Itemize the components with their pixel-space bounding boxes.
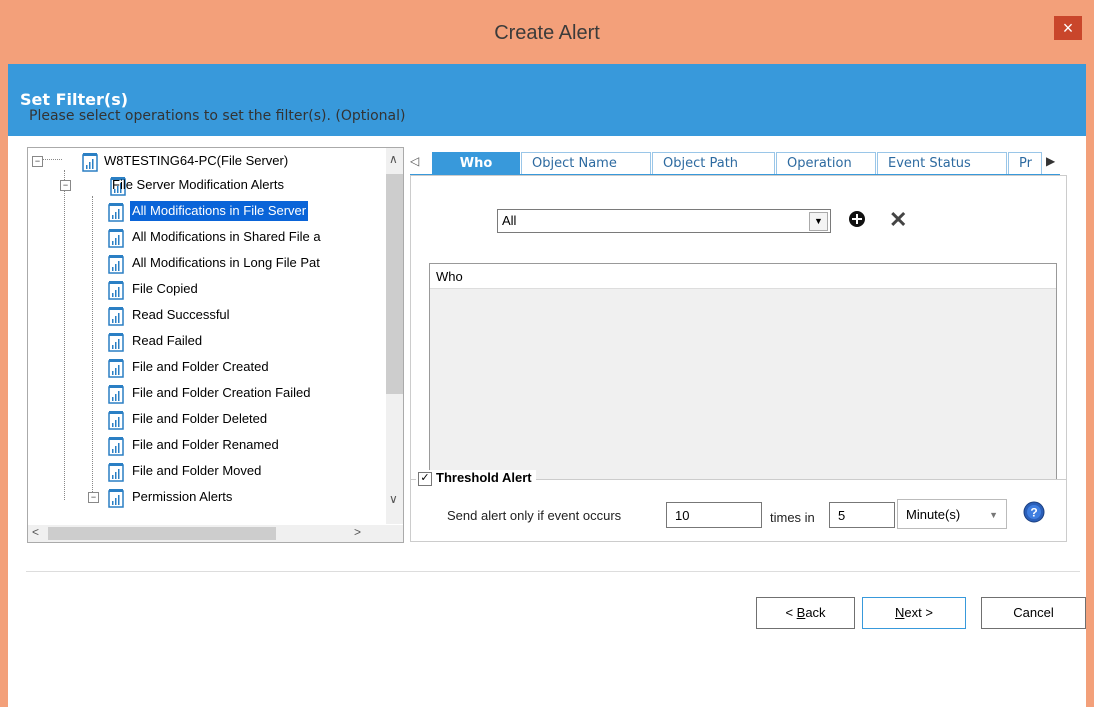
send-alert-label: Send alert only if event occurs (447, 508, 622, 523)
select-value: All (502, 213, 517, 228)
scroll-down-icon[interactable]: ∨ (389, 492, 398, 506)
server-icon (82, 153, 98, 172)
tree-item-label: File and Folder Deleted (132, 411, 268, 426)
tree-item-label: File and Folder Created (132, 359, 269, 374)
collapse-icon[interactable]: − (88, 492, 99, 503)
tab-scroll-left-icon[interactable]: ◁ (410, 154, 419, 168)
tree-item-label: File and Folder Renamed (132, 437, 279, 452)
header-banner: Set Filter(s) (8, 64, 1086, 136)
tab-scroll-right-icon[interactable]: ▶ (1046, 154, 1055, 168)
next-accelerator: N (895, 605, 905, 620)
tree-item-label: File Copied (132, 281, 198, 296)
remove-icon[interactable]: ✕ (889, 207, 907, 233)
help-icon[interactable]: ? (1023, 501, 1045, 523)
back-label: ack (805, 605, 826, 620)
tree-connector (92, 196, 93, 496)
tab-operation[interactable]: Operation (776, 152, 876, 174)
tree-item-label: All Modifications in Long File Pat (132, 255, 320, 270)
report-icon (108, 489, 124, 508)
scroll-thumb[interactable] (48, 527, 276, 540)
next-button[interactable]: Next > (862, 597, 966, 629)
tree-item-label: All Modifications in File Server (130, 201, 309, 221)
tree-item-label: W8TESTING64-PC(File Server) (104, 153, 289, 168)
threshold-title: Threshold Alert (436, 470, 532, 485)
back-prefix: < (785, 605, 797, 620)
tab-object-path[interactable]: Object Path (652, 152, 775, 174)
collapse-icon[interactable]: − (32, 156, 43, 167)
tree-item-folder-deleted[interactable]: File and Folder Deleted (108, 408, 388, 432)
scroll-left-icon[interactable]: < (32, 525, 39, 539)
tab-who[interactable]: Who (432, 152, 520, 174)
report-icon (108, 463, 124, 482)
tree-item-label: Permission Alerts (132, 489, 233, 504)
instruction-text: Please select operations to set the filt… (29, 108, 406, 124)
window-title: Create Alert (494, 22, 600, 44)
tree-item-folder-renamed[interactable]: File and Folder Renamed (108, 434, 388, 458)
report-icon (108, 255, 124, 274)
svg-text:?: ? (1030, 506, 1037, 520)
threshold-checkbox[interactable]: ✓ Threshold Alert (416, 470, 536, 486)
tree-item-permission-alerts[interactable]: − Permission Alerts (88, 486, 378, 510)
event-count-input[interactable]: 10 (666, 502, 762, 528)
tab-event-status[interactable]: Event Status (877, 152, 1007, 174)
report-icon (108, 411, 124, 430)
tree-item-label: Read Successful (132, 307, 230, 322)
tree-item-server[interactable]: − W8TESTING64-PC(File Server) (32, 150, 372, 174)
who-filter-select[interactable]: All ▼ (497, 209, 831, 233)
collapse-icon[interactable]: − (60, 180, 71, 191)
report-icon (108, 437, 124, 456)
footer-divider (26, 571, 1080, 572)
tree-item-file-copied[interactable]: File Copied (108, 278, 388, 302)
add-icon[interactable] (847, 209, 867, 229)
tree-horizontal-scrollbar[interactable]: < > (28, 525, 403, 542)
report-icon (108, 203, 124, 222)
tree-item-read-failed[interactable]: Read Failed (108, 330, 388, 354)
tree-item-folder-created[interactable]: File and Folder Created (108, 356, 388, 380)
tree-item-folder-creation-failed[interactable]: File and Folder Creation Failed (108, 382, 388, 406)
report-icon (108, 385, 124, 404)
report-icon (108, 359, 124, 378)
report-icon (108, 281, 124, 300)
scroll-up-icon[interactable]: ∧ (389, 152, 398, 166)
tree-item-label: File and Folder Moved (132, 463, 262, 478)
tree-item-all-modifications-long-path[interactable]: All Modifications in Long File Pat (108, 252, 388, 276)
grid-column-header: Who (430, 264, 1056, 289)
tree-item-label: File and Folder Creation Failed (132, 385, 311, 400)
chevron-down-icon[interactable]: ▼ (989, 500, 998, 530)
tree-item-label: Read Failed (132, 333, 203, 348)
report-icon (108, 229, 124, 248)
times-in-label: times in (770, 510, 815, 525)
scroll-thumb[interactable] (386, 174, 403, 394)
scroll-right-icon[interactable]: > (354, 525, 361, 539)
tab-pr[interactable]: Pr (1008, 152, 1042, 174)
tree-item-modification-alerts[interactable]: − File Server Modification Alerts (60, 174, 380, 198)
tree-item-label: File Server Modification Alerts (112, 177, 284, 192)
tree-vertical-scrollbar[interactable]: ∧ ∨ (386, 148, 403, 524)
tree-item-all-modifications-shared[interactable]: All Modifications in Shared File a (108, 226, 388, 250)
tree-item-read-successful[interactable]: Read Successful (108, 304, 388, 328)
filter-tabs: ◁ Who Object Name Object Path Operation … (410, 152, 1060, 175)
title-bar: Create Alert × (0, 0, 1094, 64)
tab-object-name[interactable]: Object Name (521, 152, 651, 174)
operations-tree[interactable]: − W8TESTING64-PC(File Server) − File Ser… (27, 147, 404, 543)
period-input[interactable]: 5 (829, 502, 895, 528)
select-value: Minute(s) (906, 507, 961, 522)
close-button[interactable]: × (1054, 16, 1082, 40)
tree-item-all-modifications-file-server[interactable]: All Modifications in File Server (108, 200, 388, 224)
chevron-down-icon[interactable]: ▼ (809, 212, 828, 231)
check-icon[interactable]: ✓ (418, 471, 432, 486)
report-icon (108, 333, 124, 352)
next-label: ext > (904, 605, 933, 620)
cancel-button[interactable]: Cancel (981, 597, 1086, 629)
report-icon (108, 307, 124, 326)
tree-item-label: All Modifications in Shared File a (132, 229, 321, 244)
back-button[interactable]: < Back (756, 597, 855, 629)
page-title: Set Filter(s) (20, 90, 129, 109)
tree-item-folder-moved[interactable]: File and Folder Moved (108, 460, 388, 484)
tree-connector (64, 170, 65, 500)
unit-select[interactable]: Minute(s) ▼ (897, 499, 1007, 529)
